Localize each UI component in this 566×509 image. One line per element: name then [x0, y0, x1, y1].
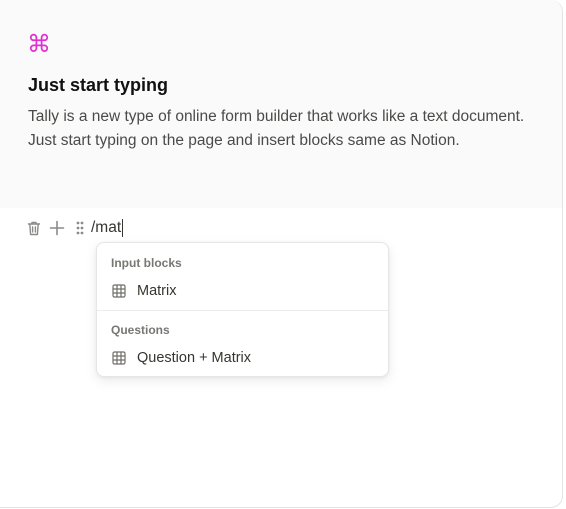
block-toolbar [24, 216, 93, 240]
form-editor-card: ⌘ Just start typing Tally is a new type … [0, 0, 563, 508]
menu-divider [97, 310, 388, 311]
intro-description: Tally is a new type of online form build… [28, 108, 525, 149]
slash-command-menu: Input blocks Matrix Questions Question +… [96, 242, 389, 377]
slash-command-text: /mat [91, 219, 122, 236]
intro-title: Just start typing [28, 75, 169, 95]
command-icon: ⌘ [27, 30, 51, 58]
menu-item-label: Matrix [137, 283, 177, 299]
drag-handle-icon[interactable] [70, 217, 90, 239]
menu-item-label: Question + Matrix [137, 350, 252, 366]
menu-item-matrix[interactable]: Matrix [103, 277, 382, 305]
intro-panel: ⌘ Just start typing Tally is a new type … [0, 0, 562, 208]
slash-command-input[interactable]: /mat [91, 216, 124, 240]
menu-section-questions: Questions [111, 323, 170, 337]
trash-icon[interactable] [24, 217, 44, 239]
text-caret [122, 219, 124, 237]
menu-section-input-blocks: Input blocks [111, 256, 182, 270]
table-grid-icon [111, 350, 127, 366]
plus-icon[interactable] [47, 217, 67, 239]
table-grid-icon [111, 283, 127, 299]
menu-item-question-matrix[interactable]: Question + Matrix [103, 344, 382, 372]
